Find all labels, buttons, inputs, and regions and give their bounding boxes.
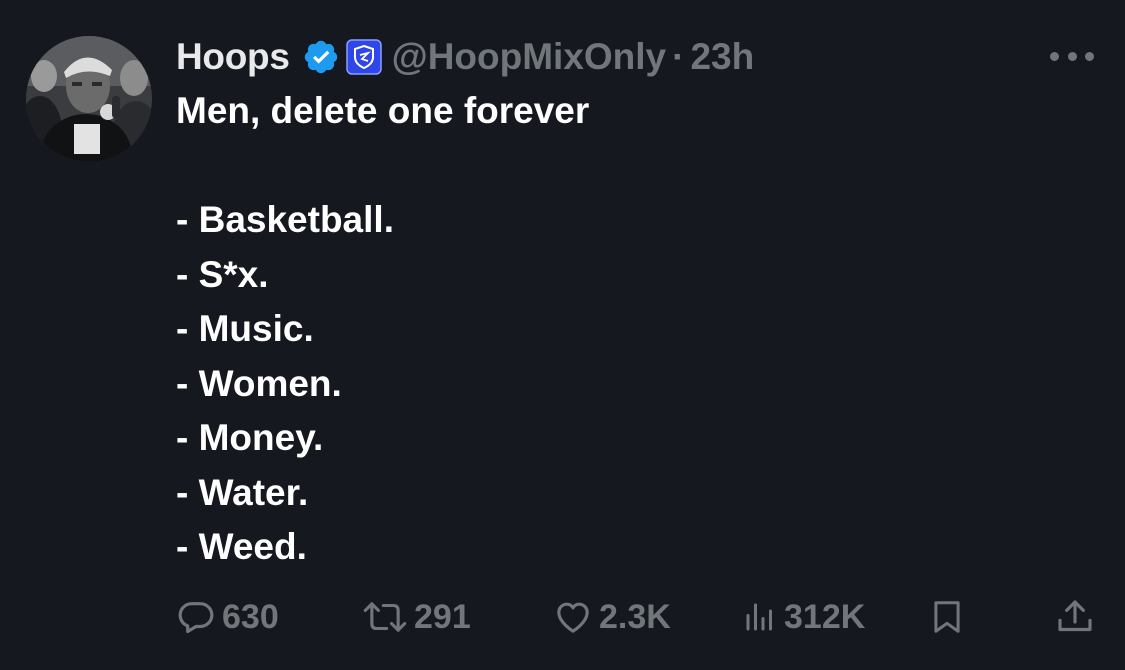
more-dots-icon[interactable] — [1050, 42, 1094, 70]
repost-arrows-icon — [363, 602, 407, 632]
meta-separator: · — [672, 36, 685, 77]
timestamp[interactable]: 23h — [690, 36, 754, 78]
author-name[interactable]: Hoops — [176, 36, 290, 78]
bookmark-button[interactable] — [928, 590, 966, 644]
more-dot — [1050, 51, 1059, 61]
more-dot — [1085, 51, 1094, 61]
reply-count: 630 — [222, 597, 279, 636]
tweet-text: Men, delete one forever - Basketball. - … — [176, 84, 1076, 575]
share-upload-icon — [1058, 600, 1092, 632]
tweet-line: - Women. — [176, 362, 342, 404]
speech-bubble-icon — [178, 602, 214, 634]
tweet-line: - Money. — [176, 417, 324, 458]
tweet-line: - Basketball. — [176, 199, 394, 240]
action-bar: 630 291 2.3K 312K — [0, 590, 1125, 644]
repost-count: 291 — [414, 597, 471, 636]
shield-badge-icon[interactable] — [345, 39, 382, 75]
view-count: 312K — [784, 597, 866, 636]
avatar-photo — [26, 36, 152, 162]
views-button[interactable]: 312K — [742, 590, 865, 644]
tweet-line: - Weed. — [176, 526, 307, 567]
tweet-line: - Music. — [176, 308, 314, 349]
verified-badge-icon[interactable] — [302, 38, 340, 76]
tweet-line: - Water. — [176, 471, 309, 513]
reply-button[interactable]: 630 — [176, 590, 279, 644]
like-button[interactable]: 2.3K — [553, 590, 671, 644]
bar-chart-icon — [746, 603, 772, 631]
author-handle[interactable]: @HoopMixOnly — [392, 36, 667, 78]
tweet-line: - S*x. — [176, 253, 269, 295]
more-dot — [1067, 51, 1077, 61]
like-count: 2.3K — [599, 597, 671, 636]
tweet-line: Men, delete one forever — [176, 90, 590, 131]
avatar[interactable] — [26, 36, 152, 162]
tweet-header: Hoops @HoopMixOnly · 23h — [176, 30, 754, 84]
tweet[interactable]: Hoops @HoopMixOnly · 23h Men, delete one… — [0, 0, 1125, 670]
share-button[interactable] — [1055, 590, 1095, 644]
repost-button[interactable]: 291 — [362, 590, 471, 644]
heart-icon — [557, 602, 589, 633]
bookmark-icon — [934, 601, 960, 633]
